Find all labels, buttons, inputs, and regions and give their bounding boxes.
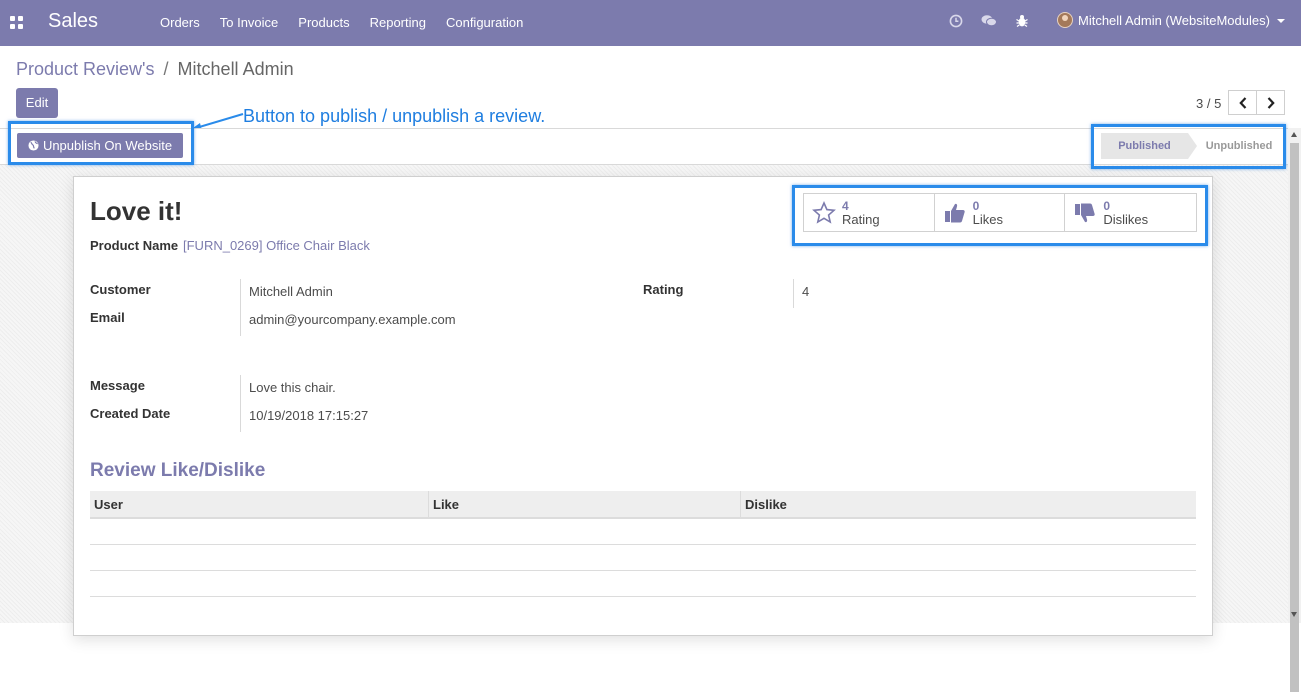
field-divider [240, 279, 241, 336]
unpublish-on-website-button[interactable]: Unpublish On Website [17, 133, 183, 158]
review-like-dislike-title: Review Like/Dislike [90, 460, 266, 481]
unpublish-label: Unpublish On Website [42, 138, 173, 153]
user-name: Mitchell Admin (WebsiteModules) [1078, 12, 1270, 28]
table-row [90, 571, 1196, 597]
customer-value: Mitchell Admin [249, 284, 333, 299]
annotation-text: Button to publish / unpublish a review. [243, 106, 546, 126]
table-row [90, 545, 1196, 571]
column-header-user[interactable]: User [90, 491, 429, 517]
pager-previous-button[interactable] [1228, 90, 1257, 115]
product-name-link[interactable]: [FURN_0269] Office Chair Black [183, 238, 370, 253]
created-date-value: 10/19/2018 17:15:27 [249, 408, 369, 423]
dislikes-count: 0 [1103, 198, 1111, 213]
created-date-label: Created Date [90, 406, 171, 421]
scrollbar-thumb[interactable] [1290, 143, 1299, 692]
clock-icon[interactable] [949, 14, 963, 28]
systray [949, 14, 1047, 28]
message-value: Love this chair. [249, 380, 336, 395]
user-menu[interactable]: Mitchell Admin (WebsiteModules) [1057, 12, 1285, 28]
pager-next-button[interactable] [1256, 90, 1285, 115]
rating-stat-button[interactable]: 4 Rating [804, 194, 935, 231]
column-header-like[interactable]: Like [429, 491, 741, 517]
review-title: Love it! [90, 196, 183, 226]
rating-label: Rating [643, 282, 684, 297]
email-value: admin@yourcompany.example.com [249, 312, 456, 327]
status-bar: Published Unpublished [1101, 133, 1280, 159]
menu-item-orders[interactable]: Orders [160, 15, 200, 30]
dislikes-stat-button[interactable]: 0 Dislikes [1065, 194, 1196, 231]
breadcrumb: Product Review's / Mitchell Admin [16, 59, 294, 80]
thumbs-down-icon [1075, 203, 1096, 222]
thumbs-up-icon [944, 203, 965, 222]
customer-label: Customer [90, 282, 151, 297]
menu-item-to-invoice[interactable]: To Invoice [220, 15, 279, 30]
status-unpublished[interactable]: Unpublished [1188, 133, 1280, 159]
menu-item-configuration[interactable]: Configuration [446, 15, 523, 30]
chat-icon[interactable] [981, 14, 997, 28]
likes-stat-label: Likes [972, 211, 1004, 227]
scroll-down-arrow-icon[interactable] [1291, 612, 1297, 617]
message-label: Message [90, 378, 145, 393]
field-divider [793, 279, 794, 308]
rating-value: 4 [802, 284, 810, 299]
pager-value: 3 / 5 [1196, 96, 1222, 111]
menu-item-reporting[interactable]: Reporting [370, 15, 426, 30]
chevron-right-icon [1267, 96, 1275, 109]
scroll-up-arrow-icon[interactable] [1291, 132, 1297, 137]
like-dislike-table: User Like Dislike [90, 491, 1196, 597]
email-label: Email [90, 310, 125, 325]
debug-bug-icon[interactable] [1015, 14, 1029, 28]
likes-stat-button[interactable]: 0 Likes [935, 194, 1066, 231]
main-menu: Orders To Invoice Products Reporting Con… [160, 15, 543, 30]
app-name[interactable]: Sales [48, 10, 98, 33]
status-published[interactable]: Published [1101, 133, 1197, 159]
dislikes-stat-label: Dislikes [1103, 211, 1149, 227]
breadcrumb-current: Mitchell Admin [177, 59, 294, 79]
vertical-scrollbar[interactable] [1288, 128, 1301, 692]
product-name-label: Product Name [90, 238, 179, 253]
rating-count: 4 [842, 198, 849, 213]
menu-item-products[interactable]: Products [298, 15, 349, 30]
field-divider [240, 375, 241, 432]
edit-button[interactable]: Edit [16, 88, 58, 118]
breadcrumb-separator: / [163, 59, 169, 79]
caret-down-icon [1276, 19, 1285, 23]
globe-icon [28, 140, 39, 151]
breadcrumb-parent-link[interactable]: Product Review's [16, 59, 155, 79]
table-row [90, 519, 1196, 545]
chevron-left-icon [1238, 96, 1246, 109]
star-icon [812, 200, 836, 224]
smart-buttons: 4 Rating 0 Likes 0 Dislikes [803, 193, 1197, 232]
likes-count: 0 [972, 198, 980, 213]
apps-menu-icon[interactable] [10, 16, 23, 29]
rating-stat-label: Rating [842, 211, 880, 227]
top-navbar: Sales Orders To Invoice Products Reporti… [0, 0, 1301, 46]
column-header-dislike[interactable]: Dislike [741, 491, 1196, 517]
user-avatar [1057, 12, 1073, 28]
table-header: User Like Dislike [90, 491, 1196, 519]
